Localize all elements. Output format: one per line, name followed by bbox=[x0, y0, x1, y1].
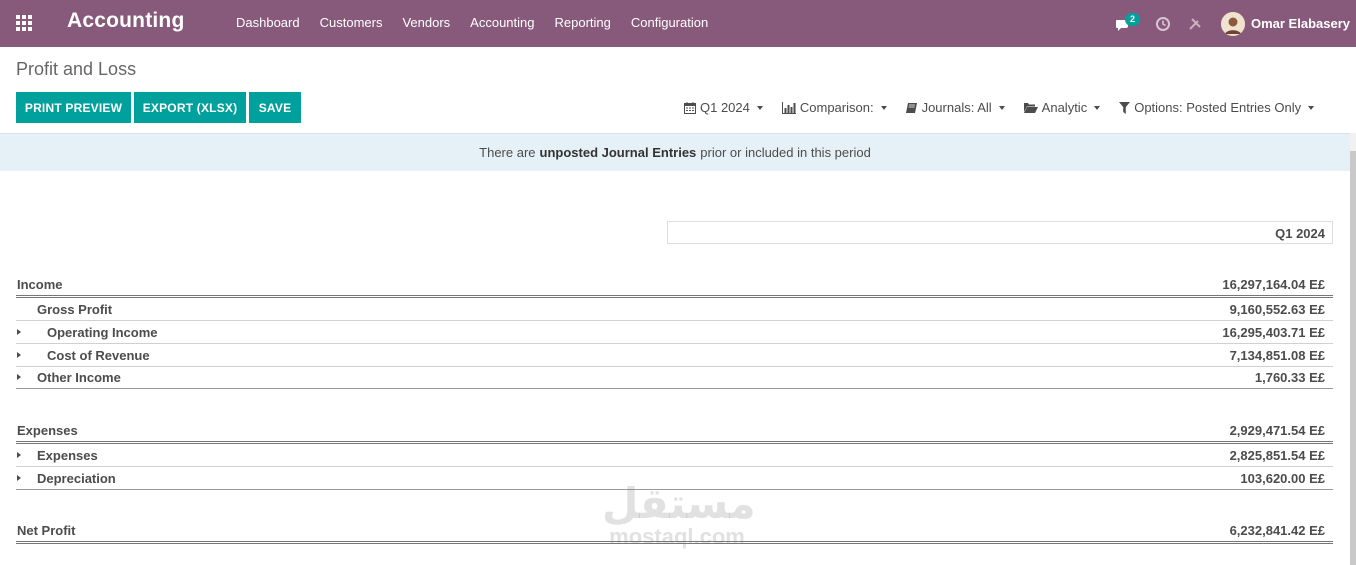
unposted-entries-alert: There are unposted Journal Entries prior… bbox=[0, 133, 1350, 171]
chevron-down-icon bbox=[880, 105, 887, 110]
report-line-expenses[interactable]: Expenses 2,825,851.54 E£ bbox=[16, 445, 1333, 467]
alert-suffix: prior or included in this period bbox=[700, 145, 871, 160]
menu-item-accounting[interactable]: Accounting bbox=[470, 15, 534, 30]
other-income-amount: 1,760.33 E£ bbox=[1254, 370, 1325, 385]
report-line-gross-profit[interactable]: Gross Profit 9,160,552.63 E£ bbox=[16, 299, 1333, 321]
menu-item-dashboard[interactable]: Dashboard bbox=[236, 15, 300, 30]
alert-link-unposted-entries[interactable]: unposted Journal Entries bbox=[540, 145, 697, 160]
user-avatar[interactable] bbox=[1220, 11, 1245, 36]
menu-item-customers[interactable]: Customers bbox=[320, 15, 383, 30]
expand-caret-icon[interactable] bbox=[17, 452, 21, 458]
date-filter-dropdown[interactable]: Q1 2024 bbox=[684, 100, 763, 115]
filter-icon bbox=[1119, 101, 1131, 114]
operating-income-label: Operating Income bbox=[47, 325, 158, 340]
apps-menu-icon[interactable] bbox=[16, 15, 34, 31]
scrollbar-thumb[interactable] bbox=[1350, 151, 1356, 565]
main-menu: Dashboard Customers Vendors Accounting R… bbox=[236, 15, 728, 30]
cost-of-revenue-amount: 7,134,851.08 E£ bbox=[1229, 348, 1325, 363]
journals-label: Journals: All bbox=[921, 100, 992, 115]
expenses-line-amount: 2,825,851.54 E£ bbox=[1229, 448, 1325, 463]
comparison-dropdown[interactable]: Comparison: bbox=[781, 100, 887, 115]
calendar-icon bbox=[684, 101, 696, 114]
depreciation-amount: 103,620.00 E£ bbox=[1240, 471, 1325, 486]
report-line-other-income[interactable]: Other Income 1,760.33 E£ bbox=[16, 367, 1333, 389]
gross-profit-amount: 9,160,552.63 E£ bbox=[1229, 302, 1325, 317]
bar-chart-icon bbox=[781, 101, 796, 114]
alert-prefix: There are bbox=[479, 145, 536, 160]
operating-income-amount: 16,295,403.71 E£ bbox=[1222, 325, 1325, 340]
expand-caret-icon[interactable] bbox=[17, 374, 21, 380]
income-label: Income bbox=[17, 277, 63, 292]
menu-item-vendors[interactable]: Vendors bbox=[402, 15, 450, 30]
menu-item-reporting[interactable]: Reporting bbox=[555, 15, 611, 30]
expenses-section-row[interactable]: Expenses 2,929,471.54 E£ bbox=[16, 420, 1333, 444]
date-filter-label: Q1 2024 bbox=[700, 100, 750, 115]
chevron-down-icon bbox=[1308, 105, 1315, 110]
net-profit-amount: 6,232,841.42 E£ bbox=[1229, 523, 1325, 538]
book-icon bbox=[905, 102, 918, 114]
chevron-down-icon bbox=[756, 105, 763, 110]
user-name[interactable]: Omar Elabasery bbox=[1251, 16, 1350, 31]
depreciation-label: Depreciation bbox=[37, 471, 116, 486]
export-xlsx-button[interactable]: EXPORT (XLSX) bbox=[134, 92, 246, 123]
other-income-label: Other Income bbox=[37, 370, 121, 385]
period-column-header: Q1 2024 bbox=[667, 221, 1333, 244]
page-title: Profit and Loss bbox=[16, 59, 137, 79]
gross-profit-label: Gross Profit bbox=[37, 302, 113, 317]
expand-caret-icon[interactable] bbox=[17, 475, 21, 481]
vertical-scrollbar[interactable] bbox=[1350, 133, 1356, 565]
report-line-operating-income[interactable]: Operating Income 16,295,403.71 E£ bbox=[16, 322, 1333, 344]
expenses-line-label: Expenses bbox=[37, 448, 98, 463]
report-filters: Q1 2024 Comparison: Journals: All Analyt… bbox=[684, 100, 1333, 115]
report-line-cost-of-revenue[interactable]: Cost of Revenue 7,134,851.08 E£ bbox=[16, 345, 1333, 367]
top-navbar: Accounting Dashboard Customers Vendors A… bbox=[0, 0, 1356, 47]
systray: 2 Omar Elabasery bbox=[1115, 0, 1356, 47]
folder-open-icon bbox=[1023, 102, 1038, 113]
income-amount: 16,297,164.04 E£ bbox=[1222, 277, 1325, 292]
messages-count-badge: 2 bbox=[1124, 12, 1140, 26]
debug-tools-icon[interactable] bbox=[1187, 16, 1203, 32]
mostaql-watermark: مستقل mostaql.com bbox=[602, 479, 756, 549]
options-dropdown[interactable]: Options: Posted Entries Only bbox=[1119, 100, 1315, 115]
cost-of-revenue-label: Cost of Revenue bbox=[47, 348, 150, 363]
print-preview-button[interactable]: PRINT PREVIEW bbox=[16, 92, 131, 123]
expenses-section-label: Expenses bbox=[17, 423, 78, 438]
income-section-row[interactable]: Income 16,297,164.04 E£ bbox=[16, 274, 1333, 298]
options-label: Options: Posted Entries Only bbox=[1134, 100, 1302, 115]
comparison-label: Comparison: bbox=[799, 100, 874, 115]
analytic-label: Analytic bbox=[1041, 100, 1088, 115]
expenses-section-amount: 2,929,471.54 E£ bbox=[1229, 423, 1325, 438]
messages-icon[interactable]: 2 bbox=[1115, 12, 1140, 33]
activity-clock-icon[interactable] bbox=[1155, 16, 1171, 32]
save-button[interactable]: SAVE bbox=[249, 92, 301, 123]
journals-dropdown[interactable]: Journals: All bbox=[905, 100, 1005, 115]
chevron-down-icon bbox=[998, 105, 1005, 110]
expand-caret-icon[interactable] bbox=[17, 352, 21, 358]
menu-item-configuration[interactable]: Configuration bbox=[631, 15, 708, 30]
watermark-latin-text: mostaql.com bbox=[609, 524, 745, 549]
watermark-arabic-text: مستقل bbox=[602, 479, 756, 528]
chevron-down-icon bbox=[1094, 105, 1101, 110]
app-title: Accounting bbox=[67, 9, 185, 32]
analytic-dropdown[interactable]: Analytic bbox=[1023, 100, 1101, 115]
expand-caret-icon[interactable] bbox=[17, 329, 21, 335]
